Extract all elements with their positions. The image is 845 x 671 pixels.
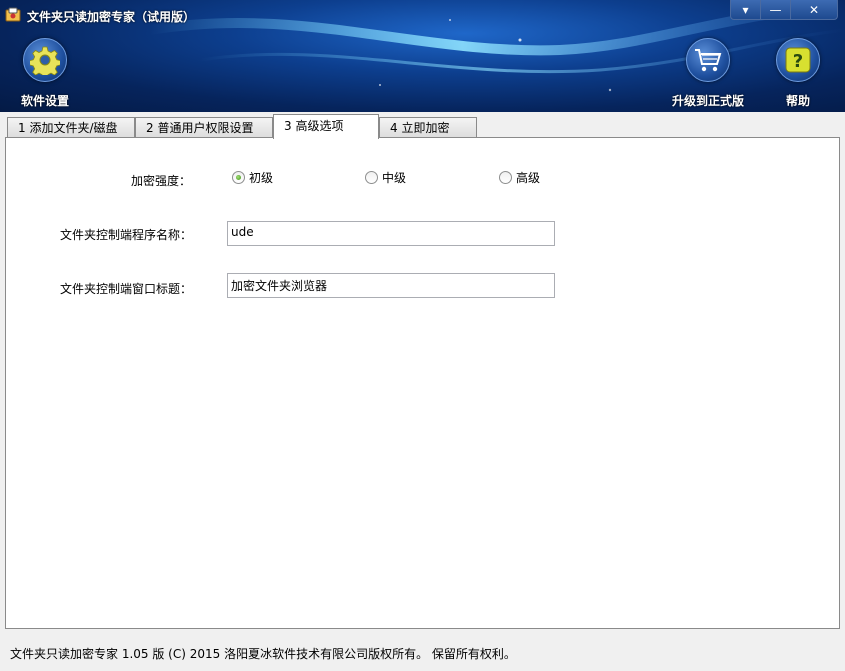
menu-dropdown-button[interactable]: ▾ <box>731 0 761 19</box>
status-bar: 文件夹只读加密专家 1.05 版 (C) 2015 洛阳夏冰软件技术有限公司版权… <box>10 647 516 661</box>
svg-text:?: ? <box>793 51 803 72</box>
settings-button[interactable]: 软件设置 <box>21 38 69 109</box>
header-banner: 文件夹只读加密专家（试用版） ▾ — ✕ 软件设置 升级到正式版 ? 帮助 <box>0 0 845 112</box>
help-question-icon: ? <box>776 38 820 82</box>
window-title-input[interactable]: 加密文件夹浏览器 <box>227 273 555 298</box>
window-title-label: 文件夹控制端窗口标题： <box>60 282 193 296</box>
tab-add-folder[interactable]: 1 添加文件夹/磁盘 <box>7 117 135 138</box>
tab-user-permissions[interactable]: 2 普通用户权限设置 <box>135 117 273 138</box>
program-name-label: 文件夹控制端程序名称： <box>60 228 193 242</box>
window-controls: ▾ — ✕ <box>730 0 838 20</box>
help-button[interactable]: ? 帮助 <box>776 38 820 109</box>
program-name-input[interactable]: ude <box>227 221 555 246</box>
radio-unchecked-icon <box>499 171 512 184</box>
radio-label-high: 高级 <box>516 171 541 185</box>
settings-label: 软件设置 <box>21 94 70 108</box>
tab-advanced-options[interactable]: 3 高级选项 <box>273 114 379 139</box>
shopping-cart-icon <box>686 38 730 82</box>
window-title: 文件夹只读加密专家（试用版） <box>27 10 196 24</box>
radio-strength-medium[interactable]: 中级 <box>365 169 406 186</box>
upgrade-label: 升级到正式版 <box>672 94 745 108</box>
radio-label-medium: 中级 <box>382 171 407 185</box>
app-logo-icon <box>5 7 21 22</box>
upgrade-button[interactable]: 升级到正式版 <box>672 38 744 109</box>
tab-strip: 1 添加文件夹/磁盘 2 普通用户权限设置 3 高级选项 4 立即加密 <box>5 114 840 139</box>
minimize-button[interactable]: — <box>761 0 791 19</box>
advanced-options-panel: 加密强度： 初级 中级 高级 文件夹控制端程序名称： ude 文件夹控制端窗口标… <box>5 137 840 629</box>
tab-encrypt-now[interactable]: 4 立即加密 <box>379 117 477 138</box>
radio-label-basic: 初级 <box>249 171 274 185</box>
encryption-strength-label: 加密强度： <box>131 174 192 188</box>
radio-unchecked-icon <box>365 171 378 184</box>
radio-strength-high[interactable]: 高级 <box>499 169 540 186</box>
radio-strength-basic[interactable]: 初级 <box>232 169 273 186</box>
gear-icon <box>23 38 67 82</box>
radio-checked-icon <box>232 171 245 184</box>
help-label: 帮助 <box>785 94 810 108</box>
close-button[interactable]: ✕ <box>791 0 837 19</box>
title-bar[interactable]: 文件夹只读加密专家（试用版） ▾ — ✕ <box>0 0 845 30</box>
